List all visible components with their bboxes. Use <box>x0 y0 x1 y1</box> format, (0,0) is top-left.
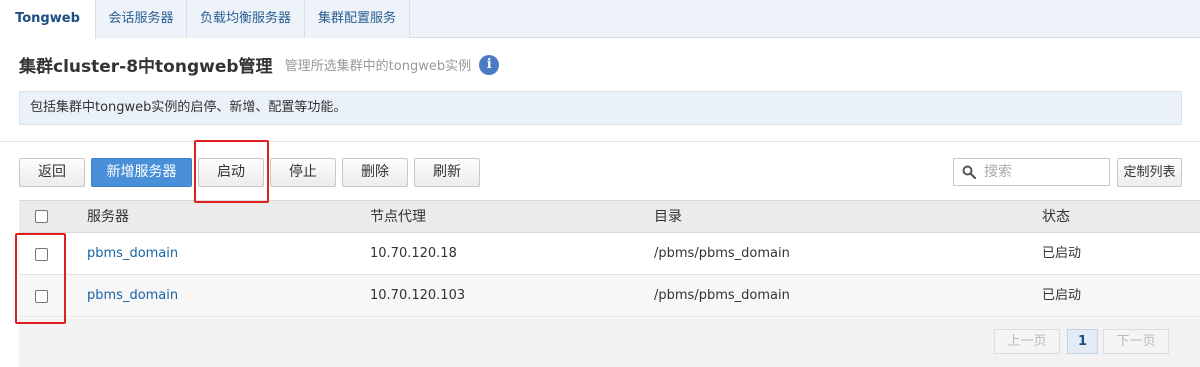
current-page-button[interactable]: 1 <box>1067 329 1098 354</box>
directory-cell: /pbms/pbms_domain <box>654 288 790 303</box>
search-box[interactable] <box>953 158 1110 186</box>
agent-cell: 10.70.120.18 <box>370 246 457 261</box>
tab-tongweb[interactable]: Tongweb <box>0 0 96 39</box>
column-header-status[interactable]: 状态 <box>1042 201 1070 233</box>
server-link[interactable]: pbms_domain <box>87 233 178 274</box>
table-header: 服务器 节点代理 目录 状态 <box>19 200 1200 233</box>
search-icon <box>962 165 977 183</box>
description-banner: 包括集群中tongweb实例的启停、新增、配置等功能。 <box>19 91 1182 125</box>
column-header-server[interactable]: 服务器 <box>87 201 129 233</box>
table-row: pbms_domain 10.70.120.103 /pbms/pbms_dom… <box>19 275 1200 317</box>
table-row: pbms_domain 10.70.120.18 /pbms/pbms_doma… <box>19 233 1200 275</box>
divider <box>0 141 1200 142</box>
tab-session-server[interactable]: 会话服务器 <box>96 0 187 38</box>
column-header-agent[interactable]: 节点代理 <box>370 201 426 233</box>
customize-columns-button[interactable]: 定制列表 <box>1117 158 1182 187</box>
status-cell: 已启动 <box>1042 288 1082 303</box>
next-page-button[interactable]: 下一页 <box>1103 329 1169 354</box>
search-input[interactable] <box>984 162 1104 182</box>
row-checkbox-highlight <box>15 233 66 324</box>
page-subtitle: 管理所选集群中的tongweb实例 <box>284 59 472 74</box>
back-button[interactable]: 返回 <box>19 158 85 187</box>
page-header: 集群cluster-8中tongweb管理 管理所选集群中的tongweb实例 … <box>19 52 500 82</box>
prev-page-button[interactable]: 上一页 <box>994 329 1060 354</box>
start-button-highlight <box>194 140 269 203</box>
info-icon[interactable]: i <box>479 54 500 75</box>
select-all-checkbox[interactable] <box>35 210 48 223</box>
tab-bar: Tongweb 会话服务器 负载均衡服务器 集群配置服务 <box>0 0 1200 39</box>
tab-load-balancer[interactable]: 负载均衡服务器 <box>187 0 305 38</box>
status-cell: 已启动 <box>1042 246 1082 261</box>
agent-cell: 10.70.120.103 <box>370 288 466 303</box>
refresh-button[interactable]: 刷新 <box>414 158 480 187</box>
add-server-button[interactable]: 新增服务器 <box>91 158 192 187</box>
stop-button[interactable]: 停止 <box>270 158 336 187</box>
server-link[interactable]: pbms_domain <box>87 275 178 316</box>
directory-cell: /pbms/pbms_domain <box>654 246 790 261</box>
delete-button[interactable]: 删除 <box>342 158 408 187</box>
tab-cluster-config[interactable]: 集群配置服务 <box>305 0 410 38</box>
page-title: 集群cluster-8中tongweb管理 <box>19 57 273 77</box>
column-header-directory[interactable]: 目录 <box>654 201 682 233</box>
